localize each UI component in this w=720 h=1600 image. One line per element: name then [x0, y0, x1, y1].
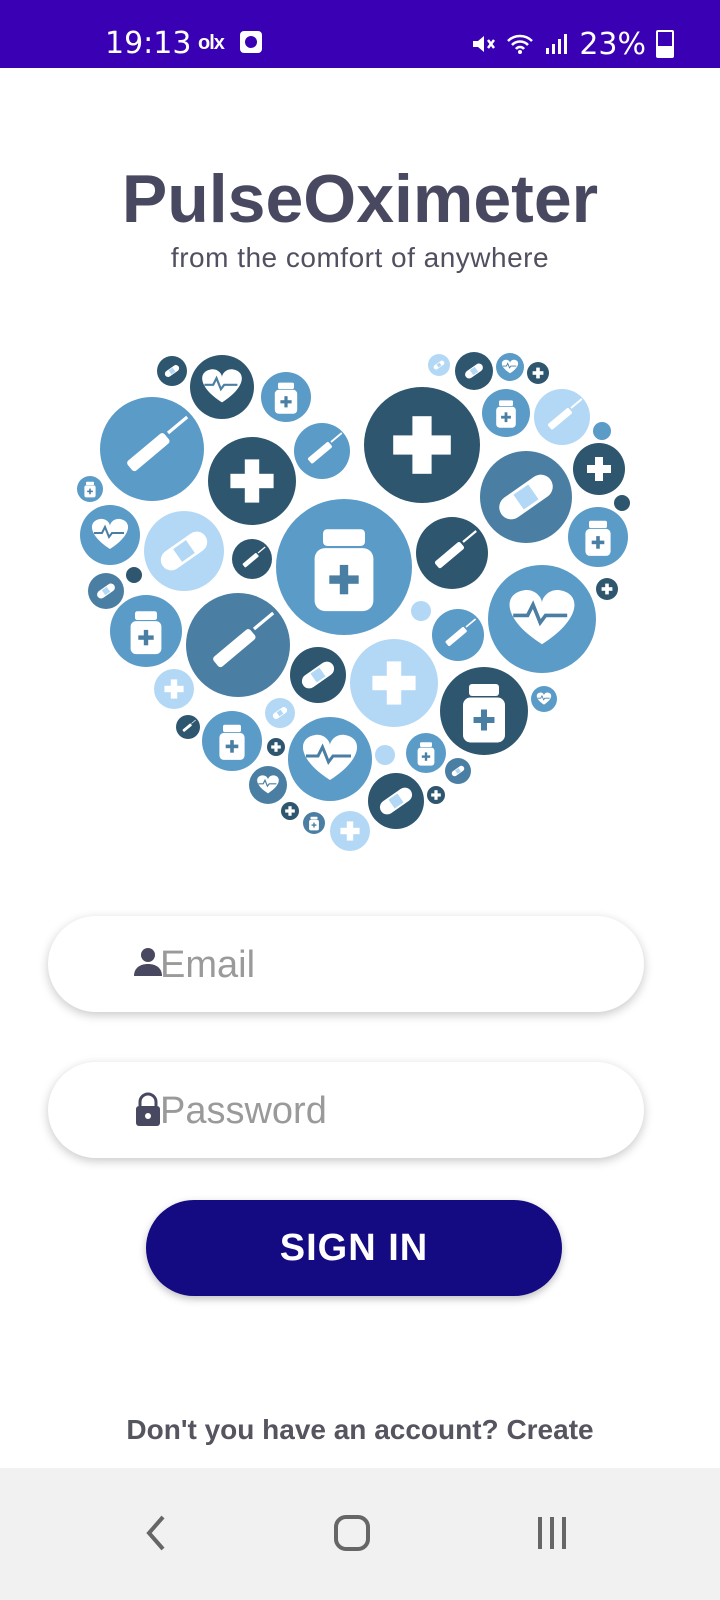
email-field-container	[48, 916, 644, 1012]
app-subtitle: from the comfort of anywhere	[170, 242, 550, 273]
mute-icon	[473, 36, 496, 52]
recents-button[interactable]	[512, 1498, 592, 1568]
clock-notification-icon	[240, 31, 262, 53]
signal-icon	[546, 34, 568, 54]
olx-notification-icon: olx	[198, 32, 225, 54]
battery-icon	[656, 30, 674, 58]
home-icon	[334, 1515, 370, 1551]
heart-illustration-svg	[77, 352, 630, 851]
status-time: 19:13	[105, 26, 192, 61]
app-title: PulseOximeter	[121, 161, 599, 237]
status-bar: 19:13 olx 23%	[0, 0, 720, 68]
sign-in-button[interactable]: SIGN IN	[146, 1200, 562, 1296]
status-right: 23%	[471, 24, 674, 64]
email-input[interactable]	[158, 930, 622, 1000]
recents-icon	[538, 1517, 566, 1549]
signup-question: Don't you have an account?	[126, 1414, 499, 1445]
back-button[interactable]	[116, 1498, 196, 1568]
home-button[interactable]	[312, 1498, 392, 1568]
password-input[interactable]	[158, 1076, 622, 1146]
navigation-bar	[0, 1468, 720, 1600]
heart-medical-illustration	[74, 345, 648, 865]
signup-prompt: Don't you have an account? Create	[0, 1414, 720, 1446]
wifi-icon	[507, 34, 534, 54]
create-account-link[interactable]: Create	[506, 1414, 593, 1445]
password-field-container	[48, 1062, 644, 1158]
battery-percent: 23%	[579, 26, 646, 62]
back-icon	[146, 1515, 165, 1551]
